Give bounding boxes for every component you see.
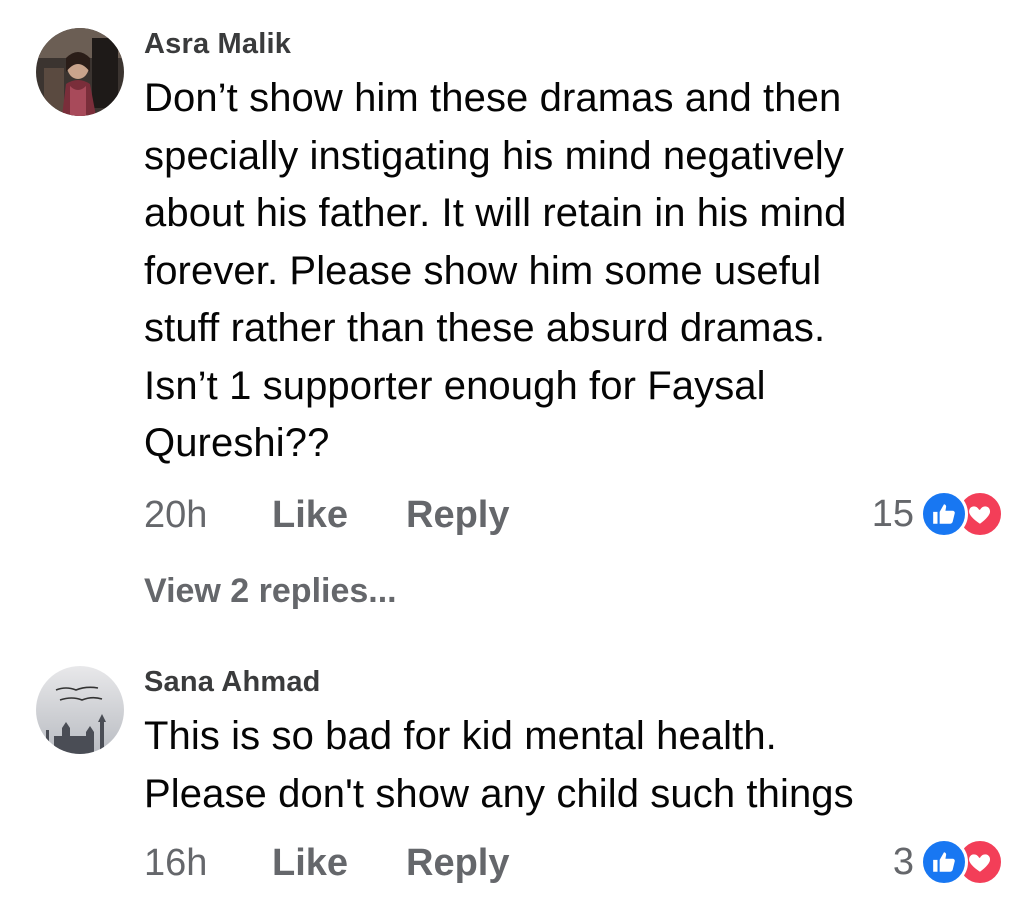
- comment-line: stuff rather than these absurd dramas.: [144, 306, 826, 350]
- reaction-count: 3: [892, 840, 914, 883]
- thumbs-up-icon: [920, 838, 968, 886]
- comment-line: Qureshi??: [144, 421, 330, 465]
- view-replies-link[interactable]: View 2 replies...: [144, 572, 397, 611]
- reaction-count: 15: [871, 492, 914, 535]
- avatar[interactable]: [36, 28, 124, 116]
- comment-line: This is so bad for kid mental health.: [144, 714, 777, 758]
- comment-timestamp[interactable]: 20h: [144, 494, 207, 537]
- avatar[interactable]: [36, 666, 124, 754]
- profile-photo-icon: [36, 28, 124, 116]
- reply-button[interactable]: Reply: [406, 494, 509, 537]
- reactions-summary[interactable]: 15: [872, 490, 1004, 538]
- comment-author[interactable]: Sana Ahmad: [144, 666, 321, 699]
- reactions-summary[interactable]: 3: [893, 838, 1004, 886]
- comment-line: Isn’t 1 supporter enough for Faysal: [144, 363, 766, 408]
- reply-button[interactable]: Reply: [406, 842, 509, 885]
- comment-line: about his father. It will retain in his …: [144, 191, 847, 235]
- comment-line: specially instigating his mind negativel…: [144, 133, 845, 178]
- comment-line: forever. Please show him some useful: [144, 248, 822, 293]
- comment-actions: 16h Like Reply 3: [144, 838, 1004, 892]
- like-button[interactable]: Like: [272, 842, 348, 885]
- comment-actions: 20h Like Reply 15: [144, 490, 1004, 544]
- comment-line: Please don't show any child such things: [144, 771, 854, 816]
- comment-text: This is so bad for kid mental health. Pl…: [144, 708, 1004, 823]
- comment-text: Don’t show him these dramas and then spe…: [144, 70, 1004, 473]
- comment-timestamp[interactable]: 16h: [144, 842, 207, 885]
- thumbs-up-icon: [920, 490, 968, 538]
- like-button[interactable]: Like: [272, 494, 348, 537]
- profile-photo-icon: [36, 666, 124, 754]
- comment-author[interactable]: Asra Malik: [144, 28, 291, 61]
- comment-line: Don’t show him these dramas and then: [144, 76, 842, 120]
